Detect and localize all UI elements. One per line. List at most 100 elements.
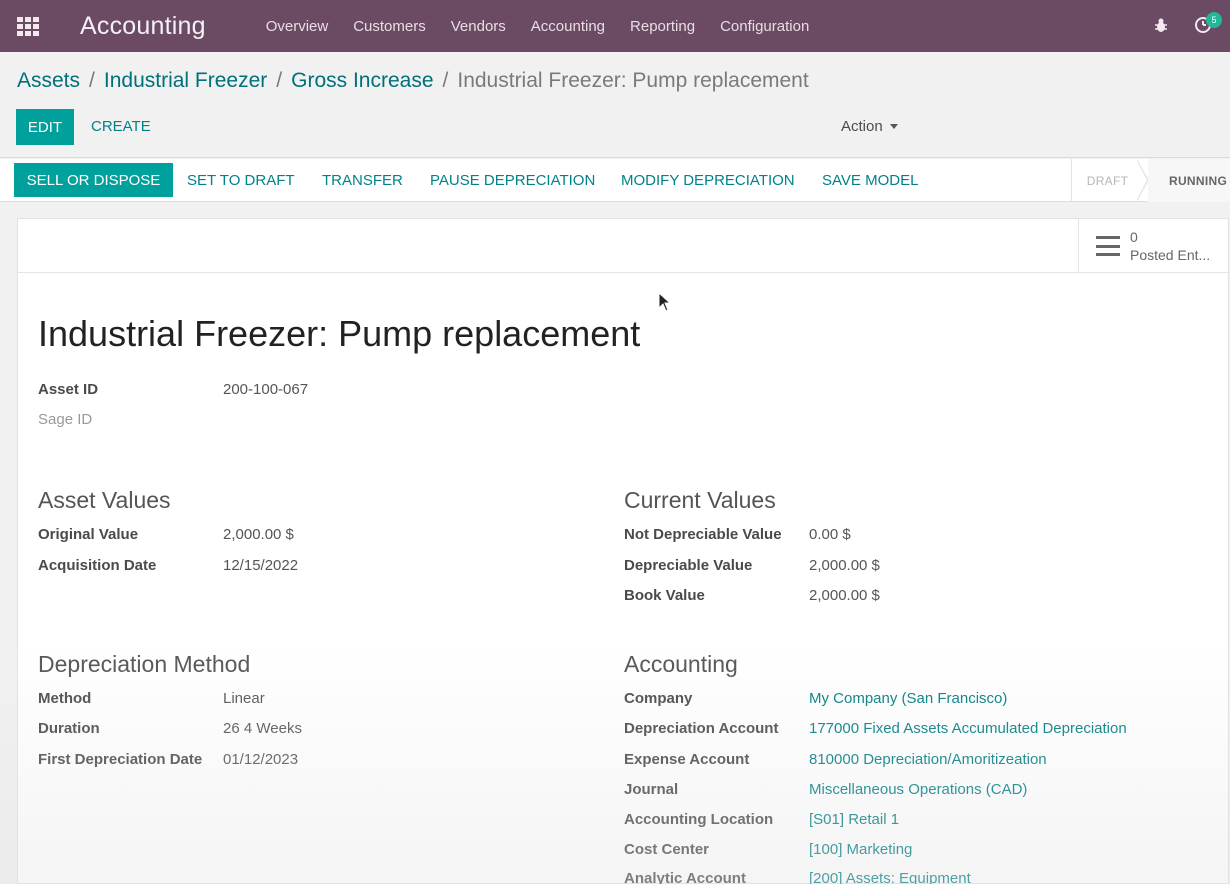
- record-title: Industrial Freezer: Pump replacement: [38, 313, 641, 354]
- expense-account-label: Expense Account: [624, 751, 750, 768]
- button-box: 0 Posted Ent...: [18, 219, 1230, 273]
- bug-icon[interactable]: [1154, 17, 1168, 33]
- posted-entries-button[interactable]: 0 Posted Ent...: [1078, 219, 1230, 273]
- pause-depreciation-button[interactable]: PAUSE DEPRECIATION: [430, 172, 595, 189]
- depreciation-method-title: Depreciation Method: [38, 651, 251, 677]
- expense-account-link[interactable]: 810000 Depreciation/Amoritizeation: [809, 751, 1047, 768]
- accounting-location-field: Accounting Location [S01] Retail 1: [624, 811, 899, 828]
- bars-icon: [1096, 236, 1120, 256]
- asset-values-title: Asset Values: [38, 487, 171, 513]
- accounting-title: Accounting: [624, 651, 738, 677]
- apps-grid-icon[interactable]: [17, 17, 39, 36]
- stage-draft[interactable]: DRAFT: [1071, 159, 1143, 202]
- action-dropdown[interactable]: Action: [841, 118, 898, 135]
- save-model-button[interactable]: SAVE MODEL: [822, 172, 918, 189]
- journal-field: Journal Miscellaneous Operations (CAD): [624, 781, 1027, 798]
- activity-badge: 5: [1206, 12, 1222, 28]
- posted-entries-text: 0 Posted Ent...: [1130, 228, 1210, 264]
- company-label: Company: [624, 690, 693, 707]
- asset-id-field: Asset ID 200-100-067: [38, 381, 308, 398]
- method-label: Method: [38, 690, 92, 707]
- breadcrumb-separator: /: [89, 69, 95, 92]
- expense-account-field: Expense Account 810000 Depreciation/Amori…: [624, 751, 1047, 768]
- first-depreciation-date: 01/12/2023: [223, 751, 299, 768]
- sage-id-field: Sage ID: [38, 411, 223, 428]
- original-value-label: Original Value: [38, 526, 139, 543]
- acquisition-date-label: Acquisition Date: [38, 557, 157, 574]
- acquisition-date-field: Acquisition Date 12/15/2022: [38, 557, 298, 574]
- method-field: Method Linear: [38, 690, 265, 707]
- sell-or-dispose-button[interactable]: SELL OR DISPOSE: [14, 163, 173, 197]
- create-button[interactable]: CREATE: [91, 118, 151, 135]
- menu-item-reporting[interactable]: Reporting: [630, 18, 695, 35]
- breadcrumb: Assets / Industrial Freezer / Gross Incr…: [17, 69, 809, 93]
- book-value-field: Book Value 2,000.00 $: [624, 587, 880, 604]
- analytic-account-link[interactable]: [200] Assets: Equipment: [809, 870, 971, 884]
- stage-running[interactable]: RUNNING: [1148, 159, 1230, 202]
- not-depreciable-field: Not Depreciable Value 0.00 $: [624, 526, 851, 543]
- posted-entries-label: Posted Ent...: [1130, 247, 1211, 263]
- menu-item-vendors[interactable]: Vendors: [451, 18, 506, 35]
- depreciable-label: Depreciable Value: [624, 557, 753, 574]
- analytic-account-label: Analytic Account: [624, 870, 746, 884]
- asset-id-value: 200-100-067: [223, 381, 309, 398]
- book-value-label: Book Value: [624, 587, 705, 604]
- cost-center-label: Cost Center: [624, 841, 710, 858]
- depreciation-account-field: Depreciation Account 177000 Fixed Assets …: [624, 720, 1127, 737]
- menu-item-overview[interactable]: Overview: [266, 18, 329, 35]
- duration-field: Duration 26 4 Weeks: [38, 720, 302, 737]
- journal-link[interactable]: Miscellaneous Operations (CAD): [809, 781, 1027, 798]
- original-value-field: Original Value 2,000.00 $: [38, 526, 294, 543]
- status-bar: SELL OR DISPOSE SET TO DRAFT TRANSFER PA…: [0, 159, 1230, 202]
- modify-depreciation-button[interactable]: MODIFY DEPRECIATION: [621, 172, 795, 189]
- depreciation-account-link[interactable]: 177000 Fixed Assets Accumulated Deprecia…: [809, 720, 1127, 737]
- duration-unit: 4 Weeks: [243, 720, 302, 737]
- depreciation-account-label: Depreciation Account: [624, 720, 779, 737]
- form-sheet: 0 Posted Ent... Industrial Freezer: Pump…: [17, 218, 1230, 884]
- cost-center-field: Cost Center [100] Marketing: [624, 841, 912, 858]
- method-value: Linear: [223, 690, 265, 707]
- book-value: 2,000.00 $: [809, 587, 880, 604]
- duration-label: Duration: [38, 720, 100, 737]
- menu-item-accounting[interactable]: Accounting: [531, 18, 605, 35]
- acquisition-date: 12/15/2022: [223, 557, 299, 574]
- original-value: 2,000.00 $: [223, 526, 294, 543]
- asset-id-label: Asset ID: [38, 381, 99, 398]
- menu-item-customers[interactable]: Customers: [353, 18, 426, 35]
- not-depreciable-value: 0.00 $: [809, 526, 851, 543]
- top-navbar: Accounting Overview Customers Vendors Ac…: [0, 0, 1230, 52]
- analytic-account-field: Analytic Account [200] Assets: Equipment: [624, 870, 971, 884]
- breadcrumb-current: Industrial Freezer: Pump replacement: [457, 69, 809, 92]
- journal-label: Journal: [624, 781, 679, 798]
- company-field: Company My Company (San Francisco): [624, 690, 1007, 707]
- edit-button[interactable]: EDIT: [16, 109, 74, 145]
- breadcrumb-assets[interactable]: Assets: [17, 69, 80, 93]
- duration-number: 26: [223, 720, 240, 737]
- sage-id-label: Sage ID: [38, 411, 93, 428]
- breadcrumb-gross-increase[interactable]: Gross Increase: [291, 69, 433, 93]
- breadcrumb-separator: /: [442, 69, 449, 92]
- action-dropdown-label: Action: [841, 118, 883, 135]
- cost-center-link[interactable]: [100] Marketing: [809, 841, 912, 858]
- mouse-cursor-icon: [658, 292, 672, 312]
- first-depreciation-date-label: First Depreciation Date: [38, 751, 203, 768]
- transfer-button[interactable]: TRANSFER: [322, 172, 403, 189]
- navbar-right: 5: [1154, 12, 1222, 36]
- breadcrumb-industrial-freezer[interactable]: Industrial Freezer: [104, 69, 267, 93]
- posted-entries-count: 0: [1130, 229, 1138, 245]
- menu-item-configuration[interactable]: Configuration: [720, 18, 809, 35]
- accounting-location-link[interactable]: [S01] Retail 1: [809, 811, 899, 828]
- not-depreciable-label: Not Depreciable Value: [624, 526, 782, 543]
- set-to-draft-button[interactable]: SET TO DRAFT: [187, 172, 295, 189]
- stage-chevron-inner: [1136, 160, 1147, 201]
- depreciable-value: 2,000.00 $: [809, 557, 880, 574]
- caret-down-icon: [889, 124, 898, 129]
- first-depreciation-date-field: First Depreciation Date 01/12/2023: [38, 751, 298, 768]
- control-panel: Assets / Industrial Freezer / Gross Incr…: [0, 52, 1230, 158]
- current-values-title: Current Values: [624, 487, 776, 513]
- accounting-location-label: Accounting Location: [624, 811, 774, 828]
- company-link[interactable]: My Company (San Francisco): [809, 690, 1007, 707]
- depreciable-field: Depreciable Value 2,000.00 $: [624, 557, 880, 574]
- app-title[interactable]: Accounting: [80, 12, 206, 41]
- activity-clock-icon[interactable]: 5: [1194, 12, 1222, 36]
